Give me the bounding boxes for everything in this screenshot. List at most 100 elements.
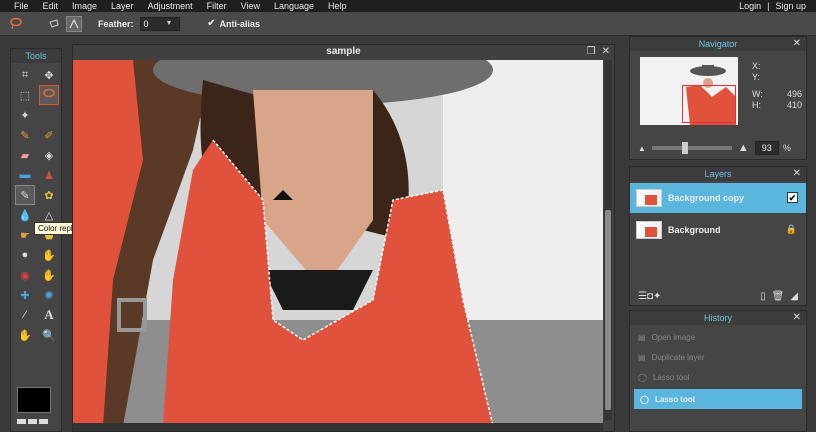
dodge-tool-icon[interactable]: ● <box>15 245 35 265</box>
spot-heal-tool-icon[interactable]: ✋ <box>39 265 59 285</box>
feather-input[interactable]: 0 <box>139 16 180 31</box>
history-item[interactable]: ▤ Duplicate layer <box>630 347 806 367</box>
scrollbar-thumb[interactable] <box>605 210 611 410</box>
antialias-label: Anti-alias <box>219 18 260 29</box>
navigator-thumbnail[interactable] <box>640 57 738 125</box>
navigator-title: Navigator <box>698 39 738 49</box>
blur-tool-icon[interactable]: 💧 <box>15 205 35 225</box>
zoom-unit: % <box>782 143 791 153</box>
lock-icon: 🔒 <box>785 224 797 234</box>
photo-illustration <box>73 60 603 426</box>
menu-layer[interactable]: Layer <box>111 1 134 11</box>
menu-filter[interactable]: Filter <box>207 1 227 11</box>
history-item[interactable]: ▤ Open image <box>630 327 806 347</box>
history-title: History <box>703 313 732 323</box>
layer-visibility-checkbox[interactable]: ✔ <box>787 192 798 203</box>
magnetic-lasso-icon[interactable] <box>66 15 82 32</box>
signup-link[interactable]: Sign up <box>775 1 806 11</box>
document-controls: ❐ ✕ <box>587 46 610 57</box>
polygon-lasso-icon[interactable] <box>46 16 62 32</box>
pinch-tool-icon[interactable]: ✺ <box>39 285 59 305</box>
history-panel: History ✕ ▤ Open image ▤ Duplicate layer… <box>629 310 807 432</box>
layer-settings-icon[interactable]: ✦ <box>653 291 661 302</box>
grid-cell <box>39 419 48 424</box>
trash-icon[interactable]: 🗑 <box>772 291 785 302</box>
close-icon[interactable]: ✕ <box>793 311 801 325</box>
menu-edit[interactable]: Edit <box>43 1 59 11</box>
hand-tool-icon[interactable]: ✋ <box>15 325 35 345</box>
lasso-icon[interactable] <box>8 16 24 32</box>
w-label: W: <box>752 89 763 99</box>
h-value: 410 <box>786 100 802 110</box>
magic-wand-tool-icon[interactable]: ✦ <box>15 105 35 125</box>
navigator-info: X: Y: W: 496 H: 410 <box>752 61 802 111</box>
menu-bar: File Edit Image Layer Adjustment Filter … <box>0 0 816 12</box>
restore-icon[interactable]: ❐ <box>587 46 596 57</box>
zoom-slider-knob[interactable] <box>681 142 688 154</box>
bloat-tool-icon[interactable]: ✚ <box>15 285 35 305</box>
resize-handle-icon[interactable]: ◢ <box>790 291 798 302</box>
account-links: Login | Sign up <box>739 0 806 12</box>
layer-item-background-copy[interactable]: Background copy ✔ <box>630 183 806 213</box>
gradient-tool-icon[interactable]: ▬ <box>15 165 35 185</box>
smudge-tool-icon[interactable]: ☛ <box>15 225 35 245</box>
close-icon[interactable]: ✕ <box>602 46 610 57</box>
navigator-panel: Navigator ✕ X: Y: W: 496 H: 410 ▲ ▲ 93 % <box>629 36 807 160</box>
layers-footer: ☰ ◘ ✦ ▯ 🗑 ◢ <box>630 287 806 305</box>
lasso-tool-icon[interactable] <box>39 85 59 105</box>
drawing-tool-icon[interactable]: ✿ <box>39 185 59 205</box>
history-header: History ✕ <box>630 311 806 325</box>
color-picker-tool-icon[interactable]: ⁄ <box>15 305 35 325</box>
image-canvas[interactable] <box>73 60 603 426</box>
foreground-color-swatch[interactable] <box>17 387 51 413</box>
type-tool-icon[interactable]: A <box>39 305 59 325</box>
layer-item-background[interactable]: Background 🔒 <box>630 215 806 245</box>
status-bar <box>73 423 603 431</box>
menu-view[interactable]: View <box>241 1 260 11</box>
history-label: Open image <box>651 332 696 342</box>
zoom-slider[interactable] <box>651 142 732 154</box>
antialias-checkbox[interactable]: ✔ <box>206 18 216 29</box>
document-title: sample <box>326 46 361 57</box>
history-label: Lasso tool <box>654 394 695 404</box>
zoom-out-icon[interactable]: ▲ <box>638 144 646 153</box>
login-link[interactable]: Login <box>739 1 761 11</box>
stamp-tool-icon[interactable]: ♟ <box>39 165 59 185</box>
history-item[interactable]: ◯ Lasso tool <box>630 367 806 387</box>
history-label: Duplicate layer <box>651 352 705 362</box>
layer-name: Background copy <box>668 193 745 203</box>
move-tool-icon[interactable]: ✥ <box>39 65 59 85</box>
pencil-tool-icon[interactable]: ✎ <box>15 125 35 145</box>
close-icon[interactable]: ✕ <box>793 167 801 181</box>
layers-panel: Layers ✕ Background copy ✔ Background 🔒 … <box>629 166 807 306</box>
menu-help[interactable]: Help <box>328 1 347 11</box>
layer-styles-icon[interactable]: ☰ <box>638 291 647 302</box>
color-replace-tool-icon[interactable]: ✎ <box>15 185 35 205</box>
brush-tool-icon[interactable]: ✐ <box>39 125 59 145</box>
zoom-input[interactable]: 93 <box>754 141 779 155</box>
tools-grid: ⌗ ✥ ⬚ ✦ ✎ ✐ ▰ ◈ ▬ ♟ ✎ ✿ 💧 △ ☛ ⬟ ● ✋ ◉ ✋ … <box>11 63 61 347</box>
history-item-active[interactable]: ◯ Lasso tool <box>634 389 802 409</box>
zoom-row: ▲ ▲ 93 % <box>638 141 802 155</box>
red-eye-tool-icon[interactable]: ◉ <box>15 265 35 285</box>
navigator-viewport-rect[interactable] <box>682 85 736 123</box>
burn-tool-icon[interactable]: ✋ <box>39 245 59 265</box>
menu-adjustment[interactable]: Adjustment <box>148 1 193 11</box>
zoom-tool-icon[interactable]: 🔍 <box>39 325 59 345</box>
close-icon[interactable]: ✕ <box>793 37 801 51</box>
vertical-scrollbar[interactable] <box>604 60 612 420</box>
new-layer-icon[interactable]: ▯ <box>760 291 766 302</box>
crop-tool-icon[interactable]: ⌗ <box>15 65 35 85</box>
layer-thumbnail <box>636 189 662 207</box>
menu-file[interactable]: File <box>14 1 29 11</box>
chevron-down-icon[interactable]: ▼ <box>166 20 173 27</box>
bucket-tool-icon[interactable]: ◈ <box>39 145 59 165</box>
zoom-in-icon[interactable]: ▲ <box>738 142 749 154</box>
grid-icon[interactable] <box>17 419 51 431</box>
eraser-tool-icon[interactable]: ▰ <box>15 145 35 165</box>
zoom-value: 93 <box>761 143 772 153</box>
menu-image[interactable]: Image <box>72 1 97 11</box>
marquee-tool-icon[interactable]: ⬚ <box>15 85 35 105</box>
document-window: sample ❐ ✕ <box>72 44 615 432</box>
menu-language[interactable]: Language <box>274 1 314 11</box>
